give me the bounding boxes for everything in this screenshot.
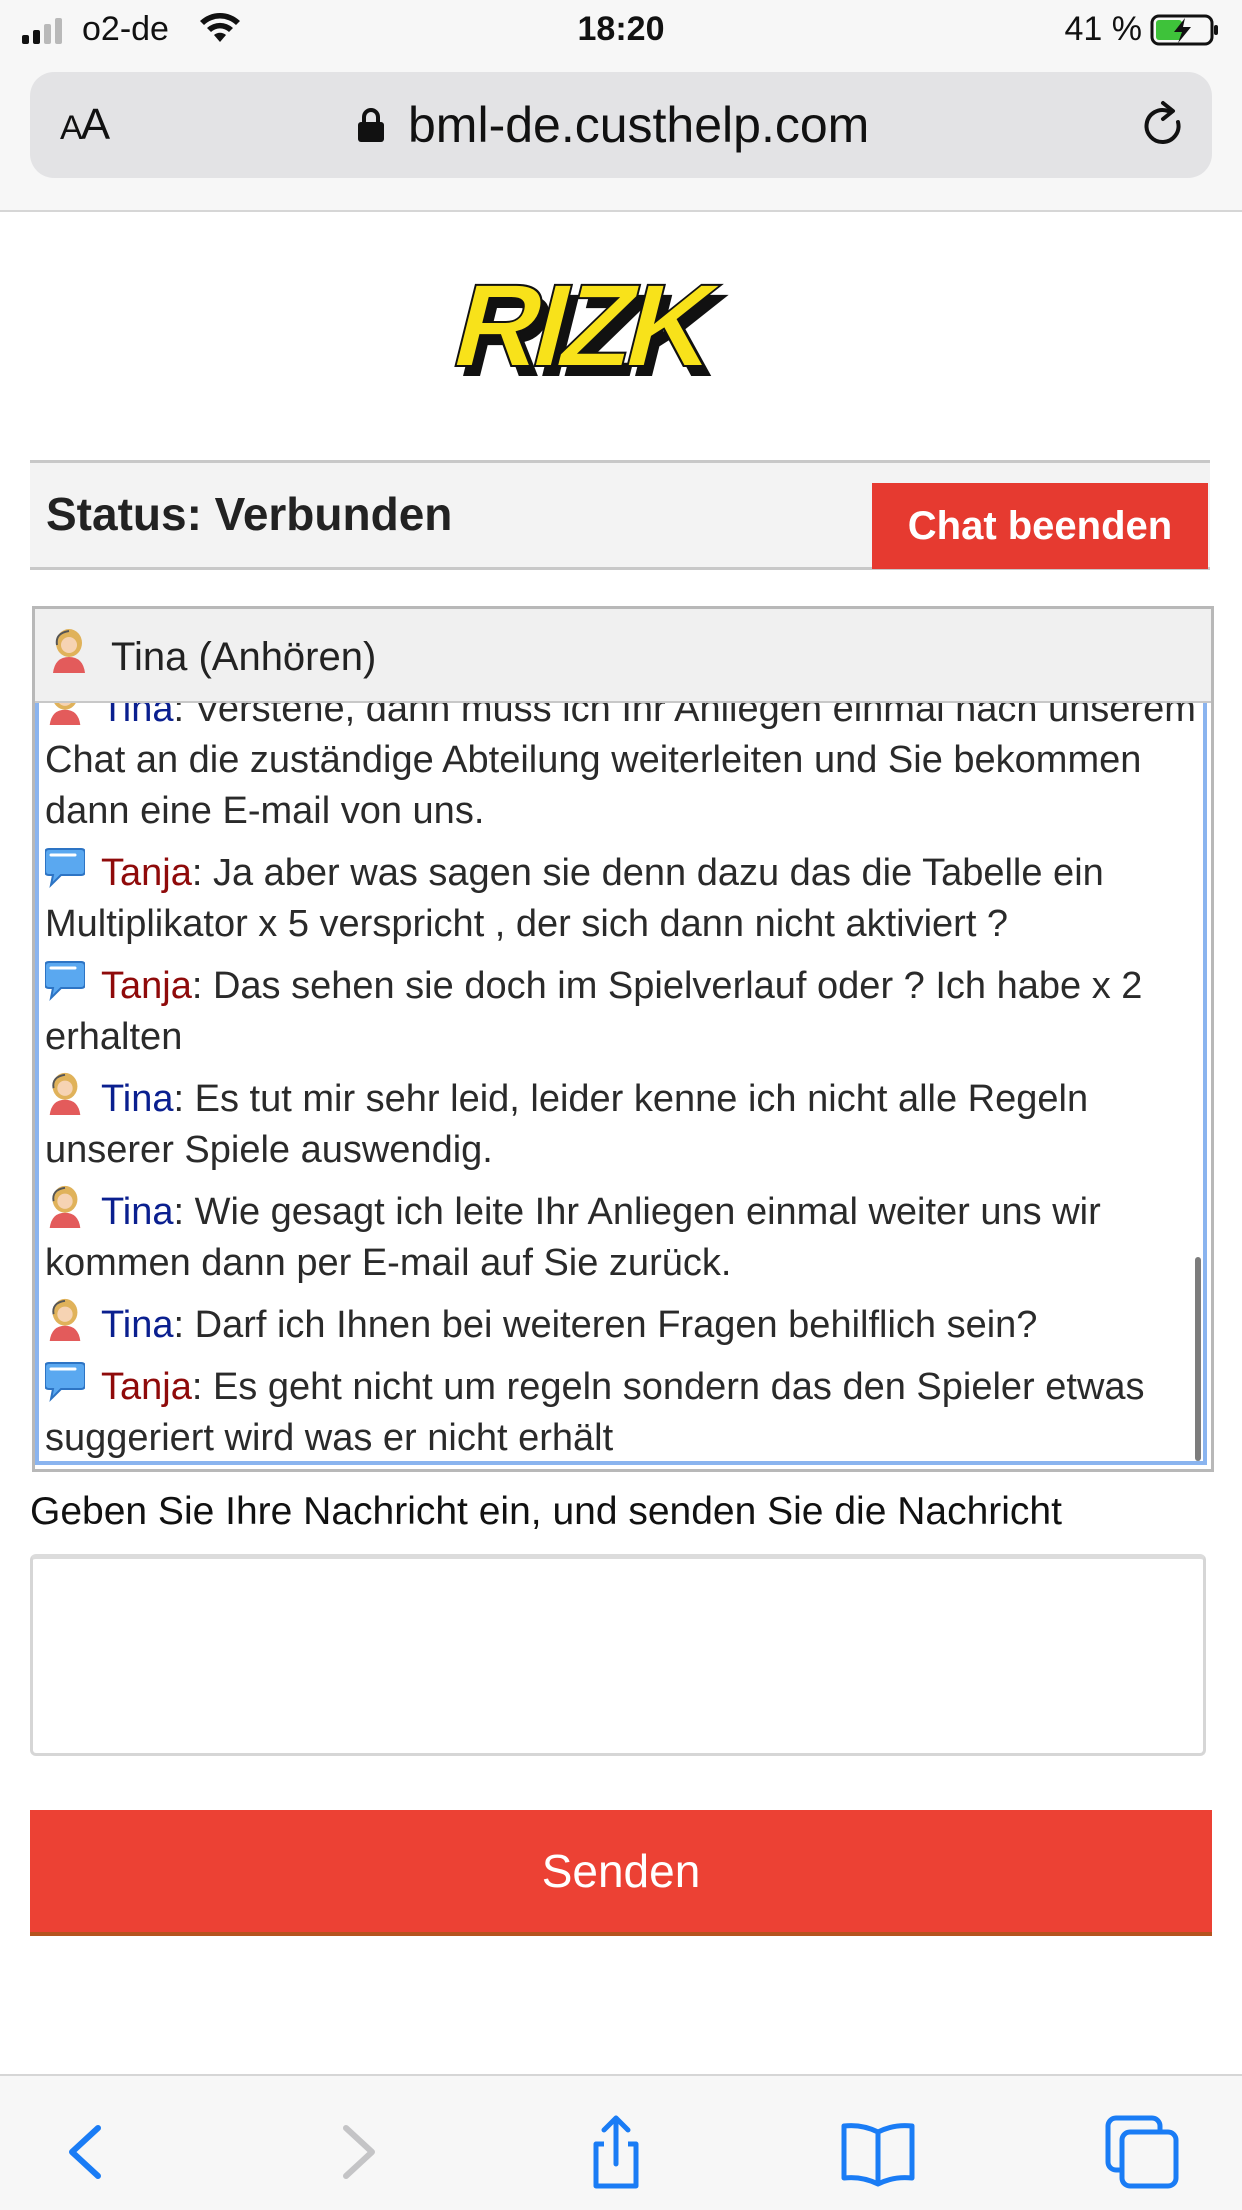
connection-status-bar: Status: Verbunden Chat beenden	[30, 460, 1210, 570]
chat-message: Tina: Darf ich Ihnen bei weiteren Fragen…	[45, 1297, 1203, 1351]
rizk-logo: RIZK RIZK	[440, 260, 738, 396]
message-sender: Tina	[101, 1191, 174, 1233]
browser-address-area: AA bml-de.custhelp.com	[0, 62, 1242, 212]
svg-text:RIZK: RIZK	[441, 261, 730, 392]
forward-icon[interactable]	[316, 2112, 396, 2192]
lock-icon	[358, 108, 384, 142]
message-text: : Ja aber was sagen sie denn dazu das di…	[45, 852, 1104, 945]
agent-avatar-icon	[45, 1071, 85, 1115]
speech-bubble-icon	[44, 958, 86, 1002]
chat-message: Tanja: Das sehen sie doch im Spielverlau…	[44, 958, 1203, 1063]
battery-charging-icon	[1150, 14, 1218, 46]
share-icon[interactable]	[576, 2112, 656, 2192]
browser-toolbar	[0, 2074, 1242, 2210]
message-prompt-label: Geben Sie Ihre Nachricht ein, und senden…	[30, 1490, 1062, 1533]
message-text: : Es tut mir sehr leid, leider kenne ich…	[45, 1078, 1089, 1171]
message-text: : Das sehen sie doch im Spielverlauf ode…	[45, 965, 1143, 1058]
scrollbar[interactable]	[1195, 1257, 1201, 1461]
message-sender: Tanja	[101, 1366, 192, 1408]
speech-bubble-icon	[44, 1359, 86, 1403]
address-bar[interactable]: AA bml-de.custhelp.com	[30, 72, 1212, 178]
back-icon[interactable]	[48, 2112, 128, 2192]
chat-message: Tina: Es tut mir sehr leid, leider kenne…	[45, 1071, 1203, 1176]
agent-avatar-icon	[45, 1184, 85, 1228]
tabs-icon[interactable]	[1102, 2112, 1182, 2192]
message-text: : Wie gesagt ich leite Ihr Anliegen einm…	[45, 1191, 1101, 1284]
message-text: : Verstehe, dann muss ich Ihr Anliegen e…	[45, 703, 1196, 832]
status-text: Status: Verbunden	[46, 488, 453, 540]
message-sender: Tina	[101, 1304, 174, 1346]
chat-panel: Tina (Anhören) Tina: Verstehe, dann muss…	[32, 606, 1214, 1472]
agent-avatar-icon	[45, 1297, 85, 1341]
message-sender: Tanja	[101, 965, 192, 1007]
chat-message: Tanja: Ja aber was sagen sie denn dazu d…	[44, 845, 1203, 950]
chat-message: Tina: Wie gesagt ich leite Ihr Anliegen …	[45, 1184, 1203, 1289]
message-text: : Es geht nicht um regeln sondern das de…	[45, 1366, 1145, 1459]
text-size-button[interactable]: AA	[60, 100, 110, 150]
message-input[interactable]	[30, 1554, 1206, 1756]
chat-message: Tina: Verstehe, dann muss ich Ihr Anlieg…	[45, 703, 1203, 837]
end-chat-button[interactable]: Chat beenden	[872, 483, 1208, 569]
chat-agent-name: Tina (Anhören)	[111, 635, 377, 679]
reload-icon[interactable]	[1138, 100, 1190, 152]
bookmarks-icon[interactable]	[838, 2112, 918, 2192]
battery-percentage: 41 %	[1064, 10, 1143, 48]
message-text: : Darf ich Ihnen bei weiteren Fragen beh…	[173, 1304, 1038, 1346]
chat-message: Tanja: Es geht nicht um regeln sondern d…	[44, 1359, 1203, 1461]
message-sender: Tina	[101, 1078, 174, 1120]
url-text[interactable]: bml-de.custhelp.com	[408, 96, 869, 154]
message-sender: Tanja	[101, 852, 192, 894]
message-sender: Tina	[101, 703, 174, 730]
speech-bubble-icon	[44, 845, 86, 889]
agent-avatar-icon	[53, 629, 85, 673]
send-button[interactable]: Senden	[30, 1810, 1212, 1936]
status-bar: o2-de 18:20 41 %	[0, 0, 1242, 62]
agent-avatar-icon	[45, 703, 85, 725]
chat-transcript[interactable]: Tina: Verstehe, dann muss ich Ihr Anlieg…	[35, 703, 1207, 1465]
chat-header: Tina (Anhören)	[35, 609, 1211, 703]
clock: 18:20	[577, 10, 665, 48]
